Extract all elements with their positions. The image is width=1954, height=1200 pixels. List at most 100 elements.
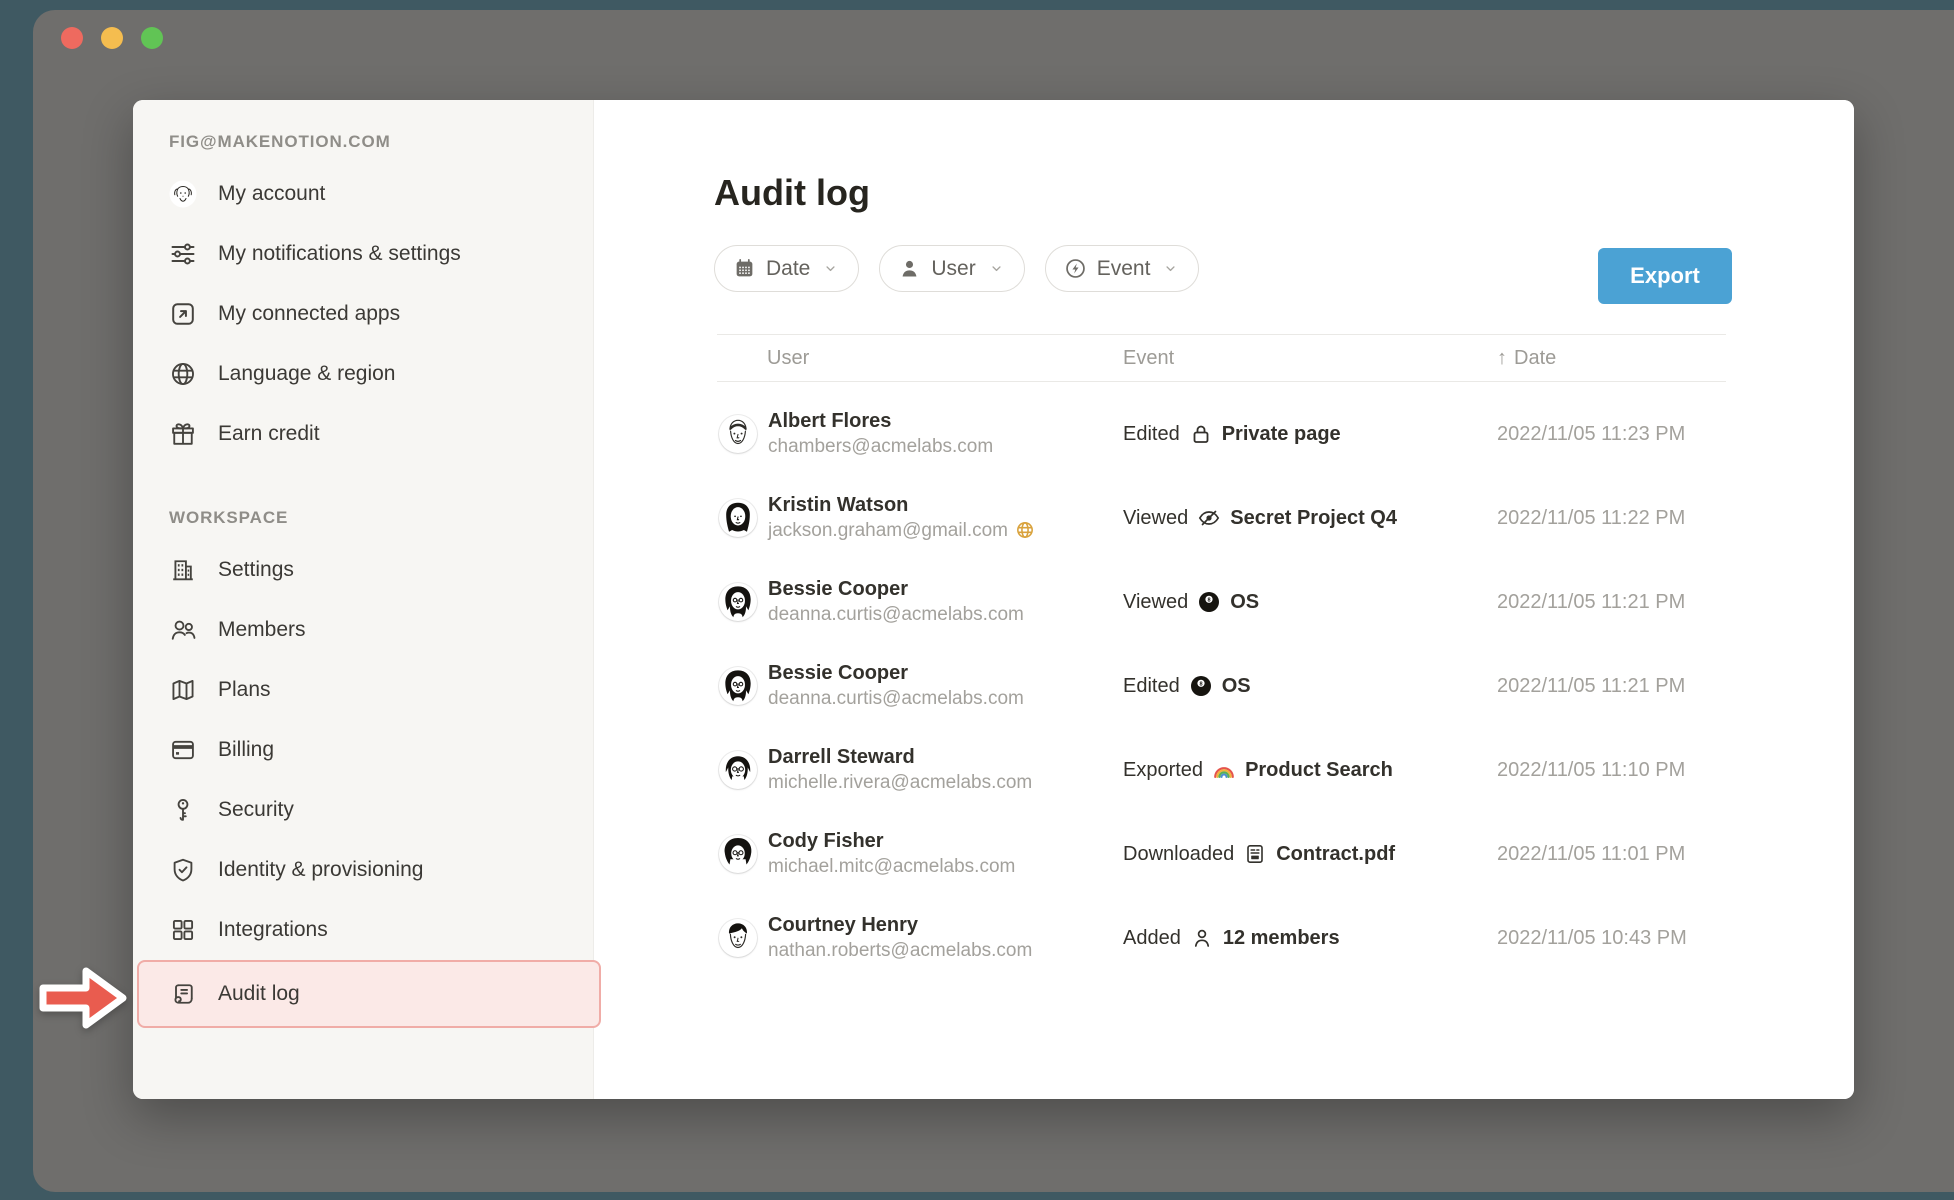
user-email: michelle.rivera@acmelabs.com xyxy=(768,770,1032,796)
lock-icon xyxy=(1189,422,1213,446)
user-name: Albert Flores xyxy=(768,409,993,434)
sidebar-item[interactable]: Billing xyxy=(169,720,569,780)
sidebar-item[interactable]: My account xyxy=(169,164,569,224)
audit-log-table: User Event ↑Date Albert Flores chambers@… xyxy=(717,334,1726,980)
user-name: Bessie Cooper xyxy=(768,577,1024,602)
user-email: jackson.graham@gmail.com xyxy=(768,518,1035,544)
filter-pill[interactable]: User xyxy=(879,245,1024,292)
event-verb: Viewed xyxy=(1123,591,1188,614)
chevron-down-icon xyxy=(1163,261,1178,276)
sidebar-item[interactable]: Security xyxy=(169,780,569,840)
user-email: nathan.roberts@acmelabs.com xyxy=(768,938,1032,964)
event-verb: Downloaded xyxy=(1123,843,1234,866)
sidebar-item[interactable]: Settings xyxy=(169,540,569,600)
sliders-icon xyxy=(169,240,197,268)
audit-log-row: Bessie Cooper deanna.curtis@acmelabs.com… xyxy=(717,560,1726,644)
sidebar-item-label: Members xyxy=(218,618,306,642)
event-verb: Edited xyxy=(1123,675,1180,698)
user-cell: Kristin Watson jackson.graham@gmail.com xyxy=(717,493,1123,544)
dog-avatar-icon xyxy=(169,180,197,208)
sidebar-item-label: Integrations xyxy=(218,918,328,942)
filter-label: Event xyxy=(1097,257,1151,281)
sidebar-item[interactable]: Earn credit xyxy=(169,404,569,464)
event-verb: Added xyxy=(1123,927,1181,950)
sidebar-item-label: Identity & provisioning xyxy=(218,858,423,882)
event-object: Private page xyxy=(1222,423,1341,446)
minimize-window-button[interactable] xyxy=(101,27,123,49)
rainbow-icon xyxy=(1212,758,1236,782)
gift-icon xyxy=(169,420,197,448)
filter-pill[interactable]: Date xyxy=(714,245,859,292)
audit-log-row: Darrell Steward michelle.rivera@acmelabs… xyxy=(717,728,1726,812)
audit-log-row: Cody Fisher michael.mitc@acmelabs.com Do… xyxy=(717,812,1726,896)
event-verb: Exported xyxy=(1123,759,1203,782)
member-icon xyxy=(1190,926,1214,950)
audit-log-row: Courtney Henry nathan.roberts@acmelabs.c… xyxy=(717,896,1726,980)
table-header: User Event ↑Date xyxy=(717,334,1726,382)
user-cell: Courtney Henry nathan.roberts@acmelabs.c… xyxy=(717,913,1123,964)
sidebar-item[interactable]: Integrations xyxy=(169,900,569,960)
user-email: chambers@acmelabs.com xyxy=(768,434,993,460)
event-object: OS xyxy=(1222,675,1251,698)
event-date: 2022/11/05 11:01 PM xyxy=(1497,843,1726,866)
building-icon xyxy=(169,556,197,584)
filter-label: User xyxy=(931,257,975,281)
user-email: michael.mitc@acmelabs.com xyxy=(768,854,1015,880)
sidebar-item[interactable]: Identity & provisioning xyxy=(169,840,569,900)
event-date: 2022/11/05 11:22 PM xyxy=(1497,507,1726,530)
user-cell: Bessie Cooper deanna.curtis@acmelabs.com xyxy=(717,577,1123,628)
grid-icon xyxy=(169,916,197,944)
svg-text:8: 8 xyxy=(1208,597,1211,603)
event-verb: Viewed xyxy=(1123,507,1188,530)
audit-log-panel: Audit log Date User Event Export User Ev… xyxy=(594,100,1854,1099)
filter-pill[interactable]: Event xyxy=(1045,245,1200,292)
audit-log-row: Kristin Watson jackson.graham@gmail.com … xyxy=(717,476,1726,560)
account-section-label: FIG@MAKENOTION.COM xyxy=(169,130,569,154)
event-cell: Edited 8 OS xyxy=(1123,674,1497,698)
sidebar-item[interactable]: Audit log xyxy=(137,960,601,1028)
export-button[interactable]: Export xyxy=(1598,248,1732,304)
workspace-section-label: WORKSPACE xyxy=(169,506,569,530)
map-icon xyxy=(169,676,197,704)
settings-modal: FIG@MAKENOTION.COM My account My notific… xyxy=(133,100,1854,1099)
event-cell: Added 12 members xyxy=(1123,926,1497,950)
column-header-event: Event xyxy=(1123,347,1497,370)
user-name: Darrell Steward xyxy=(768,745,1032,770)
sidebar-item[interactable]: Plans xyxy=(169,660,569,720)
column-header-date[interactable]: ↑Date xyxy=(1497,347,1726,370)
user-cell: Bessie Cooper deanna.curtis@acmelabs.com xyxy=(717,661,1123,712)
sidebar-item[interactable]: Members xyxy=(169,600,569,660)
event-cell: Downloaded Contract.pdf xyxy=(1123,842,1497,866)
event-date: 2022/11/05 10:43 PM xyxy=(1497,927,1726,950)
credit-card-icon xyxy=(169,736,197,764)
sidebar-item[interactable]: My connected apps xyxy=(169,284,569,344)
bolt-circle-icon xyxy=(1064,257,1087,280)
globe-badge-icon xyxy=(1015,520,1035,540)
avatar xyxy=(719,919,757,957)
filter-label: Date xyxy=(766,257,810,281)
sidebar-item-label: My account xyxy=(218,182,325,206)
scroll-icon xyxy=(169,980,197,1008)
eight-ball-icon: 8 xyxy=(1197,590,1221,614)
avatar xyxy=(719,751,757,789)
chevron-down-icon xyxy=(823,261,838,276)
event-object: Product Search xyxy=(1245,759,1393,782)
arrow-up-right-icon xyxy=(169,300,197,328)
user-email: deanna.curtis@acmelabs.com xyxy=(768,686,1024,712)
calendar-icon xyxy=(733,257,756,280)
sidebar-item[interactable]: Language & region xyxy=(169,344,569,404)
zoom-window-button[interactable] xyxy=(141,27,163,49)
avatar xyxy=(719,667,757,705)
event-date: 2022/11/05 11:23 PM xyxy=(1497,423,1726,446)
event-object: Contract.pdf xyxy=(1276,843,1395,866)
sidebar-item-label: Audit log xyxy=(218,982,300,1006)
event-object: OS xyxy=(1230,591,1259,614)
event-date: 2022/11/05 11:21 PM xyxy=(1497,675,1726,698)
user-name: Courtney Henry xyxy=(768,913,1032,938)
sidebar-item[interactable]: My notifications & settings xyxy=(169,224,569,284)
avatar xyxy=(719,583,757,621)
event-cell: Viewed Secret Project Q4 xyxy=(1123,506,1497,530)
event-cell: Exported Product Search xyxy=(1123,758,1497,782)
filter-bar: Date User Event xyxy=(714,245,1219,292)
close-window-button[interactable] xyxy=(61,27,83,49)
